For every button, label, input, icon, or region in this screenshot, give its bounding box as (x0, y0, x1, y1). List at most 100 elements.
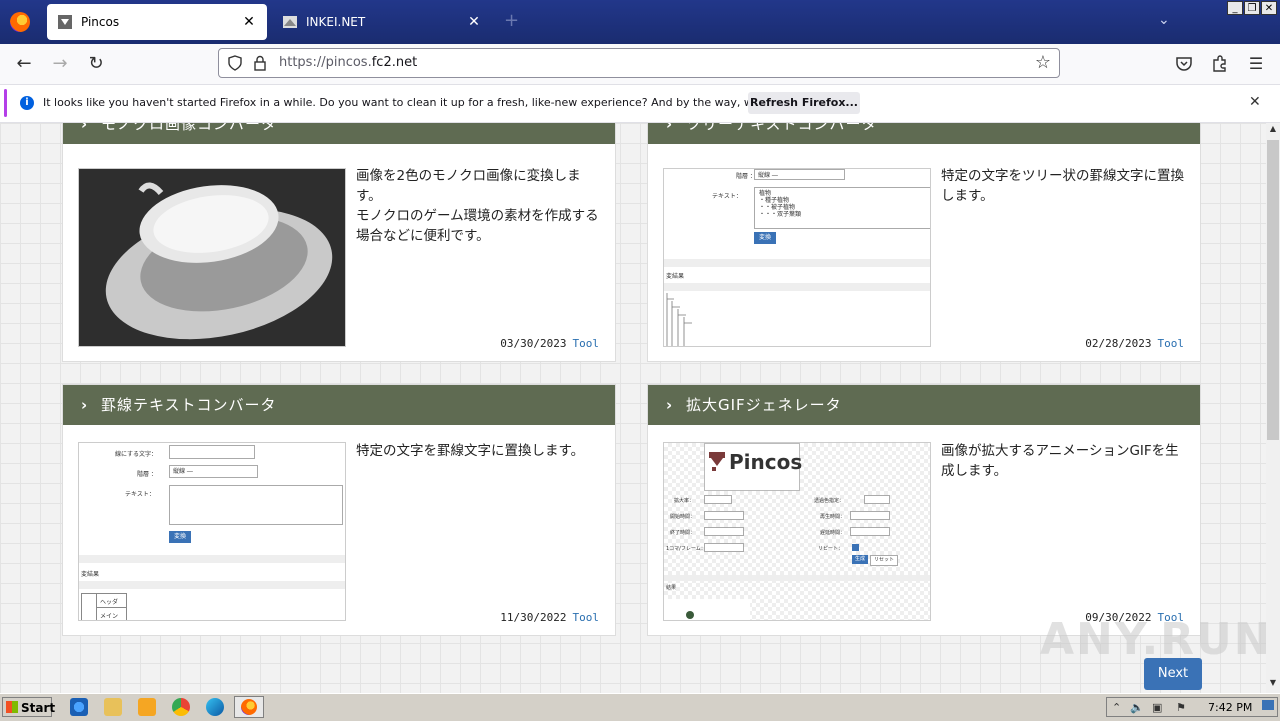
card-header[interactable]: › モノクロ画像コンバータ (63, 123, 615, 144)
extensions-puzzle-icon[interactable] (1211, 55, 1229, 73)
thumb-cell: ヘッダ (100, 599, 119, 606)
card-thumbnail-teacup[interactable] (78, 168, 346, 347)
list-all-tabs-chevron-icon[interactable]: ⌄ (1158, 12, 1170, 28)
thumb-field-label: 遅延時間： (820, 530, 846, 536)
thumb-item: ・・・双子葉類 (759, 211, 802, 218)
firefox-icon (241, 699, 257, 715)
forward-arrow-icon[interactable]: → (48, 52, 72, 76)
lock-icon[interactable] (253, 55, 267, 71)
windows-logo-icon (6, 701, 18, 713)
tab-close-icon[interactable]: ✕ (466, 14, 482, 30)
card-description: 特定の文字をツリー状の罫線文字に置換します。 (941, 168, 1184, 204)
firefox-taskbar-button[interactable] (234, 696, 264, 718)
thumb-button: 変換 (169, 531, 191, 543)
card-description: 特定の文字を罫線文字に置換します。 (356, 443, 585, 459)
pincos-logo-icon (709, 452, 725, 471)
tab-close-icon[interactable]: ✕ (241, 14, 257, 30)
card-tag-link[interactable]: Tool (573, 611, 600, 624)
card-date: 03/30/2023 (500, 337, 567, 350)
bookmark-star-icon[interactable]: ☆ (1035, 52, 1051, 73)
card-thumbnail-border-form[interactable]: 線にする文字： 階層 ： 縦線 ― テキスト： 変換 変結果 ヘッダ メイン (78, 442, 346, 621)
thumb-result-label: 結果 (666, 585, 677, 591)
show-desktop-icon[interactable] (1262, 700, 1274, 710)
close-window-button[interactable]: ✕ (1261, 1, 1277, 15)
action-center-flag-icon[interactable]: ⚑ (1176, 701, 1186, 714)
card-meta: 02/28/2023 Tool (1085, 337, 1184, 350)
navigation-toolbar: ← → ↻ https://pincos.fc2.net ☆ ☰ (0, 44, 1280, 85)
thumb-label: 階層 ： (736, 173, 756, 180)
chevron-right-icon: › (81, 123, 88, 133)
restore-button[interactable]: ❐ (1244, 1, 1260, 15)
card-title: ツリーテキストコンバータ (686, 123, 878, 133)
thumb-item: 植物 (759, 190, 772, 197)
tab-title: INKEI.NET (306, 15, 366, 29)
card-tag-link[interactable]: Tool (1158, 337, 1185, 350)
tab-strip: Pincos ✕ INKEI.NET ✕ + ⌄ _ ❐ ✕ (0, 0, 1280, 44)
url-prefix: https://pincos. (279, 55, 372, 70)
tracking-shield-icon[interactable] (227, 55, 243, 71)
thumb-logo-text: Pincos (729, 450, 803, 474)
reload-icon[interactable]: ↻ (84, 52, 108, 76)
tab-title: Pincos (81, 15, 120, 29)
card-header[interactable]: › ツリーテキストコンバータ (648, 123, 1200, 144)
tab-inkei[interactable]: INKEI.NET ✕ (272, 4, 492, 40)
tool-card-border-text[interactable]: › 罫線テキストコンバータ 線にする文字： 階層 ： 縦線 ― テキスト： 変換… (62, 384, 616, 636)
thumb-field-label: 拡大率： (674, 498, 695, 504)
new-tab-plus-icon[interactable]: + (504, 10, 519, 31)
card-thumbnail-tree-form[interactable]: 階層 ： 縦線 ― テキスト： 植物 ・種子植物 ・・被子植物 ・・・双子葉類 … (663, 168, 931, 347)
notification-message: It looks like you haven't started Firefo… (43, 96, 827, 109)
start-button[interactable]: Start (2, 697, 55, 717)
card-thumbnail-gif-form[interactable]: Pincos 拡大率： 開始時間： 終了時間： 1コマ/フレーム： 透過色指定：… (663, 442, 931, 621)
notification-close-icon[interactable]: ✕ (1249, 94, 1261, 110)
thumb-field-label: リピート： (818, 546, 844, 552)
network-icon[interactable]: ▣ (1152, 701, 1162, 714)
windows-taskbar: Start ⌃ 🔈 ▣ ⚑ 7:42 PM (0, 693, 1280, 721)
refresh-firefox-button[interactable]: Refresh Firefox... (748, 92, 860, 114)
chevron-right-icon: › (81, 396, 88, 414)
card-header[interactable]: › 拡大GIFジェネレータ (648, 385, 1200, 425)
minimize-button[interactable]: _ (1227, 1, 1243, 15)
tool-card-monochrome[interactable]: › モノクロ画像コンバータ 画像を2色のモノクロ画像に変換します。 モノクロのゲ… (62, 123, 616, 362)
thumb-label: テキスト： (712, 193, 742, 200)
thumb-textarea: 植物 ・種子植物 ・・被子植物 ・・・双子葉類 (754, 187, 930, 229)
card-meta: 11/30/2022 Tool (500, 611, 599, 624)
scrollbar-thumb[interactable] (1267, 140, 1279, 440)
page-content: › モノクロ画像コンバータ 画像を2色のモノクロ画像に変換します。 モノクロのゲ… (0, 123, 1266, 693)
edge-icon[interactable] (206, 698, 224, 716)
thumb-tree-lines (666, 293, 692, 346)
card-tag-link[interactable]: Tool (573, 337, 600, 350)
teacup-image (79, 169, 345, 346)
thumb-cell: メイン (100, 613, 119, 620)
thumb-field-label: 再生時間： (820, 514, 846, 520)
internet-explorer-icon[interactable] (70, 698, 88, 716)
thumb-button: 生成 (852, 555, 868, 564)
next-page-button[interactable]: Next (1144, 658, 1202, 690)
tool-card-zoom-gif[interactable]: › 拡大GIFジェネレータ Pincos 拡大率： 開始時間： 終了時間： 1コ… (647, 384, 1201, 636)
scroll-up-arrow-icon[interactable]: ▲ (1266, 124, 1280, 138)
card-title: 拡大GIFジェネレータ (686, 396, 842, 414)
tray-expand-icon[interactable]: ⌃ (1112, 701, 1121, 714)
chrome-icon[interactable] (172, 698, 190, 716)
media-player-icon[interactable] (138, 698, 156, 716)
thumb-logo-box: Pincos (704, 443, 803, 491)
file-explorer-icon[interactable] (104, 698, 122, 716)
card-header[interactable]: › 罫線テキストコンバータ (63, 385, 615, 425)
thumb-label: テキスト： (125, 491, 155, 498)
card-date: 02/28/2023 (1085, 337, 1152, 350)
address-bar[interactable]: https://pincos.fc2.net ☆ (218, 48, 1060, 78)
notification-accent (4, 89, 7, 117)
thumb-button: 変換 (754, 232, 776, 244)
pocket-icon[interactable] (1175, 55, 1193, 73)
volume-icon[interactable]: 🔈 (1130, 701, 1144, 714)
scroll-down-arrow-icon[interactable]: ▼ (1266, 678, 1280, 692)
back-arrow-icon[interactable]: ← (12, 52, 36, 76)
tab-pincos[interactable]: Pincos ✕ (47, 4, 267, 40)
firefox-menu-icon[interactable] (10, 12, 30, 32)
hamburger-menu-icon[interactable]: ☰ (1244, 52, 1268, 76)
tool-card-tree-text[interactable]: › ツリーテキストコンバータ 階層 ： 縦線 ― テキスト： 植物 ・種子植物 … (647, 123, 1201, 362)
thumb-table: ヘッダ メイン (81, 593, 127, 620)
thumb-label: 階層 ： (137, 471, 157, 478)
inkei-favicon-icon (283, 16, 297, 28)
card-date: 11/30/2022 (500, 611, 567, 624)
taskbar-clock[interactable]: 7:42 PM (1208, 701, 1252, 714)
